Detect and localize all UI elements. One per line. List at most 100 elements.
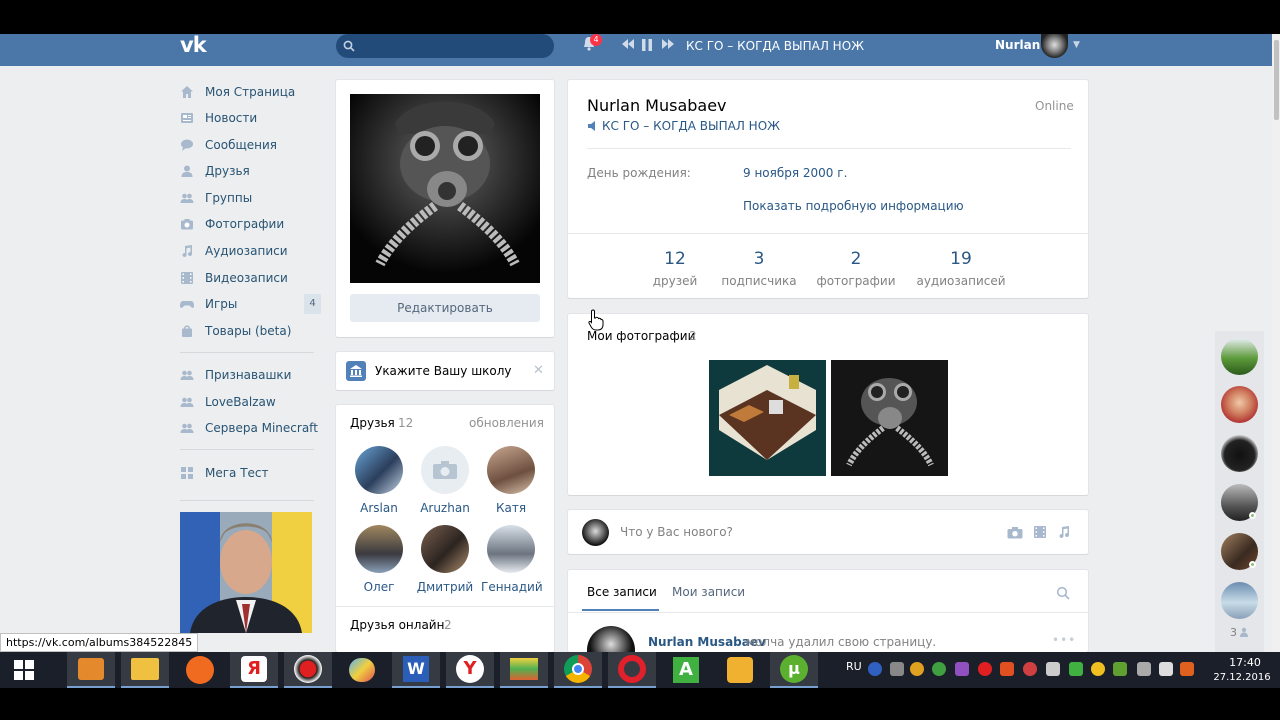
counter-audio[interactable]: 19 аудиозаписей [913, 249, 1009, 288]
chat-contact-avatar[interactable] [1221, 338, 1258, 375]
flag-tray-icon[interactable] [1046, 662, 1060, 676]
sidebar-group-item[interactable]: Признавашки [180, 365, 322, 385]
counter-friends[interactable]: 12 друзей [645, 249, 705, 288]
search-input[interactable] [336, 34, 554, 58]
sidebar-item-news[interactable]: Новости [180, 108, 322, 128]
utorrent-tray-icon[interactable] [1069, 662, 1083, 676]
friend-item[interactable]: Aruzhan [415, 446, 475, 515]
keyboard-language[interactable]: RU [846, 660, 862, 673]
next-track-icon[interactable] [661, 38, 675, 50]
room-photo [709, 360, 826, 476]
taskbar-opera[interactable] [608, 652, 656, 688]
pause-icon[interactable] [641, 38, 653, 52]
taskbar-yandex-browser[interactable]: Y [446, 652, 494, 688]
windows-start-button[interactable] [0, 652, 48, 688]
taskbar-clock-date[interactable]: 27.12.2016 [1212, 672, 1272, 683]
taskbar-recorder[interactable] [284, 652, 332, 688]
friend-item[interactable]: Олег [349, 525, 409, 594]
photo-thumbnail[interactable] [831, 360, 948, 476]
counter-photos[interactable]: 2 фотографии [816, 249, 896, 288]
friends-updates-link[interactable]: обновления [469, 416, 544, 430]
friend-avatar [487, 446, 535, 494]
friend-item[interactable]: Геннадий [481, 525, 543, 594]
profile-status[interactable]: КС ГО – КОГДА ВЫПАЛ НОЖ [602, 119, 780, 133]
sidebar-app-item[interactable]: Мега Тест [180, 463, 322, 483]
now-playing-title[interactable]: КС ГО – КОГДА ВЫПАЛ НОЖ [686, 39, 864, 53]
friends-online-title[interactable]: Друзья онлайн [350, 618, 444, 632]
post-more-icon[interactable]: ••• [1052, 633, 1076, 647]
tray-icon[interactable] [1113, 662, 1127, 676]
friend-item[interactable]: Катя [481, 446, 541, 515]
profile-photo[interactable] [350, 94, 540, 283]
sidebar-item-market[interactable]: Товары (beta) [180, 321, 322, 341]
friend-item[interactable]: Arslan [349, 446, 409, 515]
camera-icon[interactable] [1007, 526, 1023, 539]
tab-my-posts[interactable]: Мои записи [672, 585, 745, 599]
tray-icon[interactable] [1000, 662, 1014, 676]
sidebar-ad-image[interactable] [180, 512, 312, 633]
music-icon[interactable] [1057, 525, 1071, 539]
search-icon[interactable] [1056, 586, 1070, 600]
chat-more-count[interactable]: 3 [1230, 626, 1237, 639]
help-tray-icon[interactable] [868, 662, 882, 676]
tray-icon[interactable] [1023, 662, 1037, 676]
sidebar-group-item[interactable]: LoveBalzaw [180, 392, 322, 412]
taskbar-app-search[interactable] [716, 652, 764, 688]
tray-icon[interactable] [1091, 662, 1105, 676]
friend-item[interactable]: Дмитрий [415, 525, 475, 594]
sidebar-item-friends[interactable]: Друзья [180, 161, 322, 181]
close-icon[interactable]: ✕ [533, 363, 544, 378]
sidebar-item-audio[interactable]: Аудиозаписи [180, 241, 322, 261]
chat-contact-avatar[interactable] [1221, 582, 1258, 619]
sidebar-item-video[interactable]: Видеозаписи [180, 268, 322, 288]
sidebar-item-label: Фотографии [205, 217, 285, 231]
friends-title[interactable]: Друзья [350, 416, 395, 430]
birthday-value[interactable]: 9 ноября 2000 г. [743, 166, 847, 180]
sidebar-item-groups[interactable]: Группы [180, 188, 322, 208]
taskbar-app-orange[interactable] [176, 652, 224, 688]
tray-icon[interactable] [1180, 662, 1194, 676]
tray-icon[interactable] [910, 662, 924, 676]
chat-contact-avatar[interactable] [1221, 435, 1258, 472]
sidebar-item-my-page[interactable]: Моя Страница [180, 82, 322, 102]
tray-icon[interactable] [932, 662, 946, 676]
taskbar-utorrent[interactable]: µ [770, 652, 818, 688]
top-user-name[interactable]: Nurlan [995, 38, 1040, 52]
volume-tray-icon[interactable] [1159, 662, 1173, 676]
sidebar-group-item[interactable]: Сервера Minecraft [180, 418, 330, 438]
tray-icon[interactable] [955, 662, 969, 676]
taskbar-yandex[interactable]: Я [230, 652, 278, 688]
edit-profile-button[interactable]: Редактировать [350, 294, 540, 322]
scrollbar[interactable] [1272, 34, 1280, 652]
vk-logo[interactable]: vk [180, 34, 207, 56]
taskbar-app-green[interactable]: A [662, 652, 710, 688]
yandex-icon: Я [241, 656, 267, 682]
school-prompt-text[interactable]: Укажите Вашу школу [375, 364, 512, 378]
tab-all-posts[interactable]: Все записи [587, 585, 657, 599]
taskbar-bluestacks[interactable] [500, 652, 548, 688]
tray-icon[interactable] [978, 662, 992, 676]
chat-contact-avatar[interactable] [1221, 386, 1258, 423]
taskbar-paint[interactable] [338, 652, 386, 688]
sidebar-item-photos[interactable]: Фотографии [180, 214, 322, 234]
show-more-info-link[interactable]: Показать подробную информацию [743, 199, 964, 213]
friend-avatar [487, 525, 535, 573]
tray-icon[interactable] [890, 662, 904, 676]
taskbar-chrome[interactable] [554, 652, 602, 688]
chevron-down-icon[interactable]: ▼ [1073, 40, 1080, 50]
taskbar-clock-time[interactable]: 17:40 [1225, 656, 1265, 669]
scrollbar-thumb[interactable] [1274, 40, 1279, 120]
my-photos-title[interactable]: Мои фотографии [587, 329, 695, 343]
sidebar-item-games[interactable]: Игры [180, 294, 322, 314]
taskbar-file-explorer[interactable] [121, 652, 169, 688]
video-icon[interactable] [1033, 525, 1047, 539]
taskbar-word[interactable]: W [392, 652, 440, 688]
media-player-icon [78, 658, 104, 680]
network-tray-icon[interactable] [1137, 662, 1151, 676]
counter-followers[interactable]: 3 подписчика [718, 249, 800, 288]
previous-track-icon[interactable] [621, 38, 635, 50]
sidebar-item-messages[interactable]: Сообщения [180, 135, 322, 155]
composer-input[interactable]: Что у Вас нового? [620, 525, 733, 539]
photo-thumbnail[interactable] [709, 360, 826, 476]
taskbar-media-player[interactable] [67, 652, 115, 688]
